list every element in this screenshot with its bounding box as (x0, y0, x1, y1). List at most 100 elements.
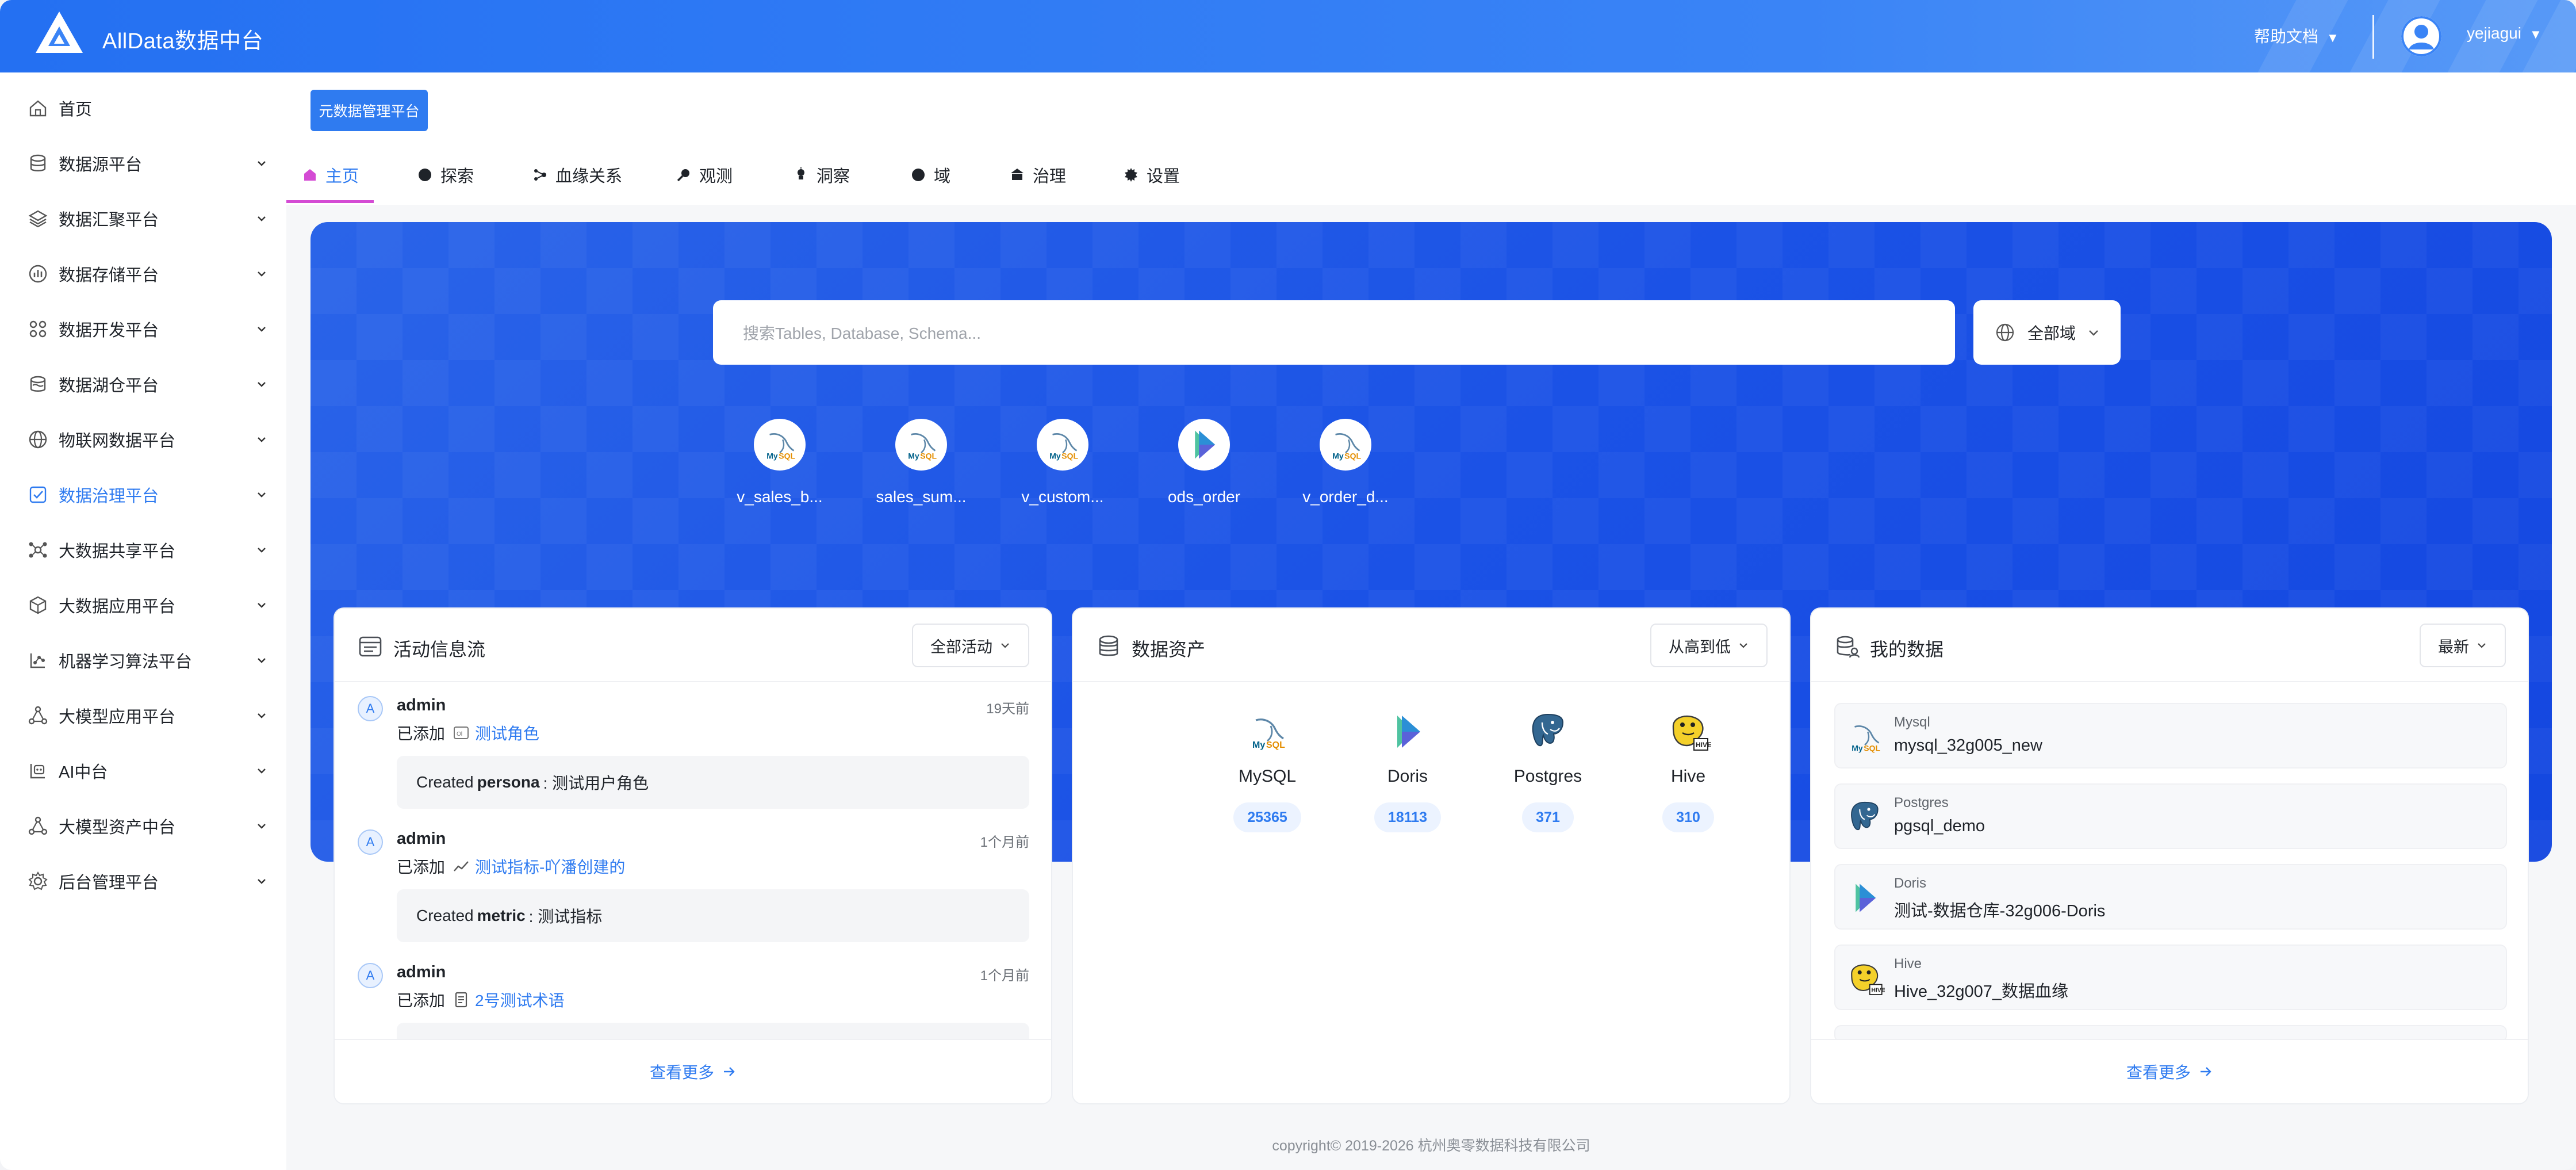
recent-asset-badge: My SQL (895, 419, 947, 471)
network-icon (28, 706, 48, 725)
recent-asset-badge (1178, 419, 1230, 471)
sidebar-item[interactable]: 后台管理平台 (0, 854, 286, 909)
avatar: A (358, 963, 383, 988)
sidebar-item[interactable]: 数据湖仓平台 (0, 357, 286, 412)
my-data-item[interactable]: Doris 测试-数据仓库-32g006-Doris (1834, 864, 2507, 930)
sidebar-item[interactable]: 大模型资产中台 (0, 798, 286, 854)
svg-text:My: My (1851, 744, 1863, 753)
tab-observe[interactable]: 观测 (676, 158, 733, 192)
activity-item: Aadmin 1个月前 已添加 测试指标-吖潘创建的 Created metric: 测试… (358, 829, 1029, 956)
activity-detail-prefix: Created (416, 773, 474, 791)
recent-asset-label: ods_order (1167, 488, 1241, 506)
activity-view-more-link[interactable]: 查看更多 (335, 1039, 1051, 1103)
tab-insight[interactable]: 洞察 (793, 158, 850, 192)
activity-user[interactable]: admin (397, 829, 446, 848)
sidebar-item[interactable]: 机器学习算法平台 (0, 633, 286, 688)
recent-asset-item[interactable]: ods_order (1147, 419, 1262, 506)
apps-icon (29, 320, 47, 338)
domain-select-value: 全部域 (2027, 324, 2076, 342)
sidebar-item[interactable]: 数据开发平台 (0, 301, 286, 357)
sidebar-item[interactable]: 数据存储平台 (0, 246, 286, 301)
chevron-down-icon (258, 437, 266, 442)
chevron-down-icon (258, 382, 266, 387)
doris-icon (1397, 716, 1420, 748)
app-title[interactable]: AllData数据中台 (102, 23, 263, 55)
my-data-item[interactable]: My SQL Mysql mysql_32g005_new (1834, 703, 2507, 768)
layers-icon (28, 210, 48, 228)
top-bar: AllData数据中台 帮助文档 ▼ yejiagui ▼ (0, 0, 2576, 72)
sidebar-item-label: 大数据应用平台 (59, 598, 176, 616)
asset-type-item[interactable]: My SQL MySQL 25365 (1221, 709, 1313, 832)
svg-text:SQL: SQL (1864, 744, 1880, 753)
my-data-view-more-link[interactable]: 查看更多 (1811, 1039, 2528, 1103)
sidebar-item[interactable]: 数据源平台 (0, 136, 286, 191)
sidebar-item[interactable]: 大数据应用平台 (0, 578, 286, 633)
sidebar-item[interactable]: 大模型应用平台 (0, 688, 286, 743)
postgres-icon (1532, 713, 1564, 747)
activity-user[interactable]: admin (397, 963, 446, 982)
asset-type-item[interactable]: HIVE Hive 310 (1642, 709, 1734, 832)
sidebar-item[interactable]: 数据汇聚平台 (0, 191, 286, 246)
page-header: 元数据管理平台 主页 探索 血缘关系 观测 洞察 域 治理 设置 (286, 72, 2576, 205)
activity-user[interactable]: admin (397, 696, 446, 715)
recent-asset-item[interactable]: My SQL v_custom... (1005, 419, 1120, 506)
chevron-down-icon (258, 272, 266, 277)
asset-type-name: Hive (1670, 767, 1705, 786)
tab-label: 治理 (1033, 167, 1067, 186)
tab-domain[interactable]: 域 (911, 158, 950, 192)
chevron-down-icon (258, 879, 266, 884)
domain-select[interactable]: 全部域 (1973, 300, 2121, 365)
recent-asset-label: sales_sum... (876, 488, 967, 506)
tab-home[interactable]: 主页 (302, 158, 359, 192)
sidebar: 首页数据源平台 数据汇聚平台 数据存储平台 数据开发平台 数据湖仓平台 物联网数据平台 数据… (0, 72, 286, 1170)
recent-asset-item[interactable]: My SQL v_sales_b... (722, 419, 837, 506)
my-data-sort-select[interactable]: 最新 (2420, 624, 2506, 667)
sidebar-item-label: 首页 (59, 101, 93, 119)
activity-target-link[interactable]: 测试指标-吖潘创建的 (475, 855, 625, 878)
logo-icon[interactable] (33, 9, 85, 55)
user-menu[interactable]: yejiagui ▼ (2467, 24, 2542, 43)
sidebar-item[interactable]: 数据治理平台 (0, 467, 286, 522)
recent-asset-item[interactable]: My SQL sales_sum... (864, 419, 979, 506)
sidebar-item[interactable]: 物联网数据平台 (0, 412, 286, 467)
my-data-item[interactable]: Postgres pgsql_demo (1834, 783, 2507, 849)
assets-sort-select[interactable]: 从高到低 (1650, 624, 1768, 667)
tab-label: 设置 (1147, 167, 1180, 186)
metadata-platform-button[interactable]: 元数据管理平台 (310, 90, 428, 131)
activity-time: 1个月前 (980, 835, 1029, 850)
globe-icon (1996, 323, 2014, 342)
sidebar-item-label: 大模型应用平台 (59, 708, 176, 727)
my-data-name: pgsql_demo (1894, 817, 1985, 835)
doris-icon (1856, 884, 1876, 912)
glossary-icon (455, 992, 467, 1008)
tab-lineage[interactable]: 血缘关系 (532, 158, 622, 192)
tab-settings[interactable]: 设置 (1124, 158, 1180, 192)
data-assets-title: 数据资产 (1132, 639, 1206, 660)
recent-asset-item[interactable]: My SQL v_order_d... (1288, 419, 1403, 506)
asset-count-badge: 25365 (1233, 802, 1301, 832)
database-stack-icon (1099, 635, 1118, 656)
sidebar-item[interactable]: 首页 (0, 81, 286, 136)
activity-feed-title: 活动信息流 (393, 639, 486, 660)
avatar[interactable] (2401, 16, 2441, 56)
ai-icon (30, 764, 45, 779)
my-data-item[interactable]: HIVE Hive Hive_32g007_数据血缘 (1834, 945, 2507, 1010)
activity-target-link[interactable]: 2号测试术语 (475, 988, 565, 1011)
help-docs-menu[interactable]: 帮助文档 ▼ (2254, 24, 2339, 47)
activity-target-link[interactable]: 测试角色 (475, 721, 539, 744)
activity-filter-select[interactable]: 全部活动 (912, 624, 1029, 667)
tab-governance[interactable]: 治理 (1010, 158, 1066, 192)
asset-type-item[interactable]: Postgres 371 (1502, 709, 1594, 832)
svg-text:HIVE: HIVE (1696, 741, 1711, 749)
database-icon (30, 154, 46, 171)
search-input[interactable]: 搜索Tables, Database, Schema... (713, 300, 1955, 365)
asset-count-badge: 310 (1662, 802, 1714, 832)
sidebar-item[interactable]: 大数据共享平台 (0, 522, 286, 578)
data-assets-card: 数据资产 从高到低 (1072, 607, 1791, 1104)
svg-text:Ol: Ol (457, 731, 462, 737)
sidebar-item[interactable]: AI中台 (0, 743, 286, 798)
tab-compass[interactable]: 探索 (417, 158, 474, 192)
asset-type-item[interactable]: Doris 18113 (1362, 709, 1454, 832)
my-data-type: Hive (1894, 956, 1922, 972)
svg-text:My: My (766, 452, 778, 461)
